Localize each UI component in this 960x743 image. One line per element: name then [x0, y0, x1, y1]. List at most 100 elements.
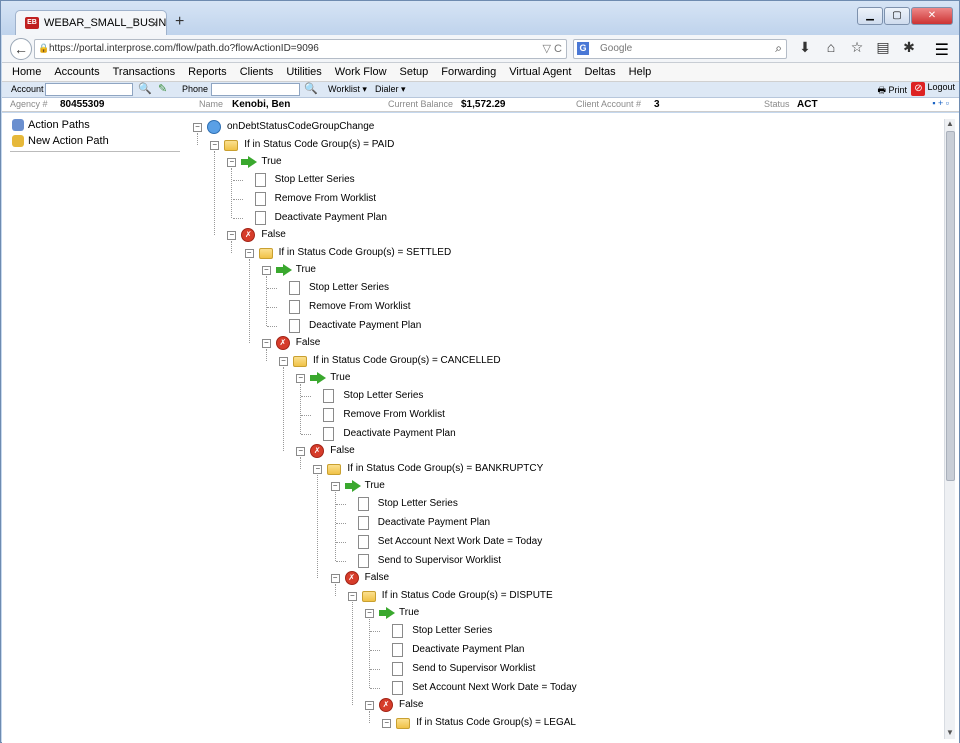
menu-home[interactable]: Home — [12, 63, 41, 81]
collapse-toggle-icon[interactable]: − — [296, 374, 305, 383]
document-icon — [323, 389, 334, 403]
scroll-down-icon[interactable]: ▼ — [946, 728, 954, 737]
action-paths-icon — [12, 119, 24, 131]
phone-label: Phone — [182, 84, 208, 94]
false-icon: ✗ — [241, 228, 255, 242]
main-content: Action Paths New Action Path −onDebtStat… — [2, 113, 959, 743]
nav-action-paths[interactable]: Action Paths — [10, 117, 180, 133]
print-button[interactable]: 🖶 Print — [877, 83, 907, 99]
tree-node-label: Stop Letter Series — [343, 388, 423, 404]
document-icon — [289, 300, 300, 314]
tree-guide-line — [369, 711, 370, 723]
folder-icon — [396, 718, 410, 729]
tree-guide-line — [300, 384, 301, 434]
collapse-toggle-icon[interactable]: − — [262, 339, 271, 348]
collapse-toggle-icon[interactable]: − — [193, 123, 202, 132]
maximize-button[interactable]: ▢ — [884, 7, 910, 25]
tree-guide-line — [214, 151, 215, 236]
menu-accounts[interactable]: Accounts — [54, 63, 99, 81]
new-tab-button[interactable]: + — [175, 13, 184, 31]
balance-value: $1,572.29 — [461, 99, 506, 110]
download-icon[interactable]: ⬇ — [792, 39, 818, 56]
collapse-toggle-icon[interactable]: − — [227, 158, 236, 167]
nav-new-action-path[interactable]: New Action Path — [10, 133, 180, 149]
phone-search-icon[interactable]: 🔍 — [304, 82, 318, 95]
logout-button[interactable]: ⊘Logout — [911, 82, 955, 92]
search-input[interactable]: G Google ⌕ — [573, 39, 787, 59]
tree-node-label: If in Status Code Group(s) = CANCELLED — [313, 353, 501, 369]
collapse-toggle-icon[interactable]: − — [331, 482, 340, 491]
tree-node-label: False — [296, 335, 320, 351]
collapse-toggle-icon[interactable]: − — [279, 357, 288, 366]
menu-reports[interactable]: Reports — [188, 63, 227, 81]
false-icon: ✗ — [379, 698, 393, 712]
menu-utilities[interactable]: Utilities — [286, 63, 321, 81]
menu-work-flow[interactable]: Work Flow — [335, 63, 387, 81]
account-label: Account — [11, 84, 44, 94]
name-value: Kenobi, Ben — [232, 99, 290, 110]
tree-node-label: Set Account Next Work Date = Today — [378, 534, 542, 550]
folder-icon — [224, 140, 238, 151]
collapse-toggle-icon[interactable]: − — [227, 231, 236, 240]
agency-label: Agency # — [10, 99, 48, 109]
menu-transactions[interactable]: Transactions — [113, 63, 176, 81]
collapse-toggle-icon[interactable]: − — [262, 266, 271, 275]
collapse-toggle-icon[interactable]: − — [313, 465, 322, 474]
worklist-dropdown[interactable]: Worklist ▾ — [328, 84, 367, 95]
account-input[interactable] — [45, 83, 133, 96]
tree-node-label: False — [365, 570, 389, 586]
notes-icon[interactable]: ✎ — [158, 82, 167, 95]
collapse-toggle-icon[interactable]: − — [296, 447, 305, 456]
tree-node-label: Stop Letter Series — [412, 623, 492, 639]
tree-node-label: If in Status Code Group(s) = SETTLED — [279, 245, 452, 261]
name-label: Name — [199, 99, 223, 109]
window-controls: ▁ ▢ ✕ — [856, 7, 953, 25]
reading-list-icon[interactable]: ▤ — [870, 39, 896, 56]
bookmark-star-icon[interactable]: ☆ — [844, 39, 870, 56]
menu-clients[interactable]: Clients — [240, 63, 274, 81]
minimize-button[interactable]: ▁ — [857, 7, 883, 25]
new-action-path-label: New Action Path — [28, 135, 109, 147]
back-button[interactable]: ← — [10, 38, 32, 60]
false-icon: ✗ — [310, 444, 324, 458]
app-menu-bar: Home Accounts Transactions Reports Clien… — [2, 63, 959, 82]
collapse-toggle-icon[interactable]: − — [210, 141, 219, 150]
tree-branch-line — [336, 523, 346, 524]
collapse-toggle-icon[interactable]: − — [245, 249, 254, 258]
collapse-toggle-icon[interactable]: − — [382, 719, 391, 728]
reload-icon[interactable]: ▽ C — [543, 42, 562, 55]
menu-forwarding[interactable]: Forwarding — [441, 63, 496, 81]
browser-tab[interactable]: EB WEBAR_SMALL_BUSINESS_DE... × — [15, 10, 167, 36]
collapse-toggle-icon[interactable]: − — [348, 592, 357, 601]
dialer-dropdown[interactable]: Dialer ▾ — [375, 84, 406, 95]
phone-input[interactable] — [211, 83, 300, 96]
document-icon — [358, 535, 369, 549]
account-info-bar: Agency # 80455309 Name Kenobi, Ben Curre… — [2, 98, 959, 112]
menu-deltas[interactable]: Deltas — [584, 63, 615, 81]
close-window-button[interactable]: ✕ — [911, 7, 953, 25]
close-tab-icon[interactable]: × — [150, 16, 158, 31]
tree-branch-line — [370, 669, 380, 670]
extension-icon[interactable]: ✱ — [896, 39, 922, 56]
home-icon[interactable]: ⌂ — [818, 39, 844, 56]
menu-virtual-agent[interactable]: Virtual Agent — [509, 63, 571, 81]
menu-hamburger-icon[interactable]: ☰ — [935, 40, 949, 60]
panel-tools-icon[interactable]: ▪ + ▫ — [932, 98, 949, 108]
account-search-icon[interactable]: 🔍 — [138, 82, 152, 95]
action-path-tree: −onDebtStatusCodeGroupChange−If in Statu… — [190, 113, 940, 743]
scrollbar-thumb[interactable] — [946, 131, 955, 481]
menu-setup[interactable]: Setup — [400, 63, 429, 81]
address-bar[interactable]: 🔒 https://portal.interprose.com/flow/pat… — [34, 39, 567, 59]
tree-node-label: True — [399, 605, 419, 621]
menu-help[interactable]: Help — [629, 63, 652, 81]
document-icon — [358, 497, 369, 511]
vertical-scrollbar[interactable]: ▲ ▼ — [944, 119, 955, 739]
collapse-toggle-icon[interactable]: − — [365, 609, 374, 618]
collapse-toggle-icon[interactable]: − — [331, 574, 340, 583]
worklist-label: Worklist — [328, 84, 360, 94]
collapse-toggle-icon[interactable]: − — [365, 701, 374, 710]
scroll-up-icon[interactable]: ▲ — [946, 119, 954, 128]
magnifier-icon[interactable]: ⌕ — [775, 41, 782, 56]
tree-guide-line — [283, 367, 284, 452]
false-icon: ✗ — [345, 571, 359, 585]
